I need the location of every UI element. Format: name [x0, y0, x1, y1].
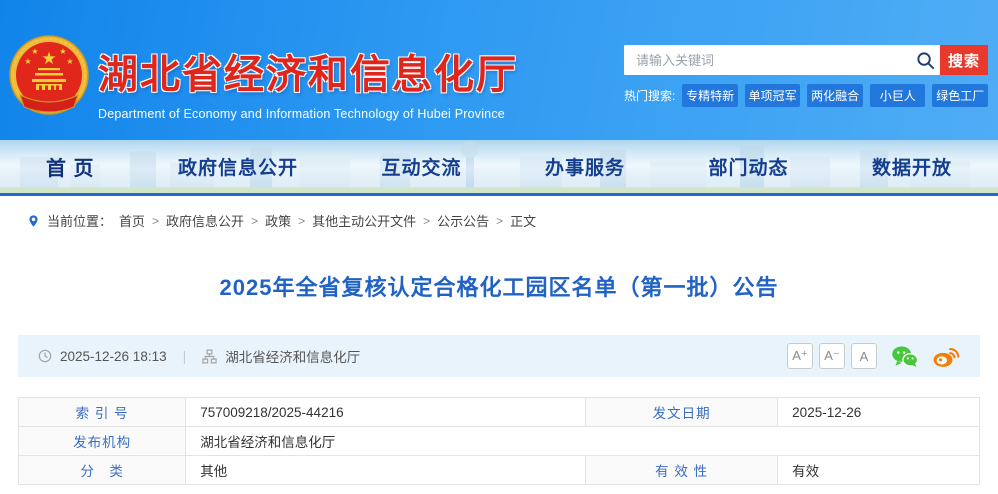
svg-text:★: ★: [66, 57, 73, 66]
nav-item-services[interactable]: 办事服务: [545, 153, 625, 180]
site-header: ★ ★ ★ ★ ★ 湖北省经济和信息化厅 Department of Econo…: [0, 0, 998, 140]
site-subtitle: Department of Economy and Information Te…: [98, 107, 505, 121]
article-meta-bar: 2025-12-26 18:13 | 湖北省经济和信息化厅 A⁺ A⁻ A: [18, 335, 980, 377]
svg-text:★: ★: [31, 47, 38, 56]
font-size-decrease-button[interactable]: A⁻: [819, 343, 845, 369]
nav-item-gov-info[interactable]: 政府信息公开: [178, 153, 298, 180]
crumb-separator: >: [251, 213, 259, 228]
nav-item-department-news[interactable]: 部门动态: [708, 153, 788, 180]
issuing-agency-value: 湖北省经济和信息化厅: [185, 426, 980, 456]
document-info-table: 索 引 号 757009218/2025-44216 发文日期 2025-12-…: [17, 397, 980, 485]
svg-text:★: ★: [41, 49, 56, 68]
svg-text:★: ★: [24, 57, 31, 66]
hot-search-label: 热门搜索:: [624, 89, 676, 103]
hot-tag-zhuanjingtexin[interactable]: 专精特新: [682, 84, 738, 107]
hot-tag-danxiangguanjun[interactable]: 单项冠军: [744, 84, 801, 107]
article-source: 湖北省经济和信息化厅: [225, 350, 361, 365]
crumb-current-page: 正文: [510, 214, 537, 229]
crumb-separator: >: [152, 213, 160, 228]
main-nav: 首 页 政府信息公开 互动交流 办事服务 部门动态 数据开放: [0, 140, 998, 196]
validity-label: 有 效 性: [584, 455, 779, 485]
crumb-gov-info[interactable]: 政府信息公开: [166, 211, 244, 230]
search-input[interactable]: [624, 52, 910, 68]
breadcrumb-label: 当前位置：: [47, 214, 113, 229]
site-title: 湖北省经济和信息化厅: [98, 53, 518, 97]
crumb-other-public-docs[interactable]: 其他主动公开文件: [312, 211, 416, 230]
hot-search-row: 热门搜索: 专精特新 单项冠军 两化融合 小巨人 绿色工厂: [624, 84, 988, 107]
wechat-share-icon[interactable]: [891, 345, 918, 368]
weibo-share-icon[interactable]: [932, 344, 960, 368]
hot-tag-lvsegongchang[interactable]: 绿色工厂: [932, 84, 988, 107]
search-icon: [910, 51, 940, 70]
table-row: 分 类 其他 有 效 性 有效: [17, 455, 980, 485]
search-area: 搜索 热门搜索: 专精特新 单项冠军 两化融合 小巨人 绿色工厂: [624, 45, 988, 107]
meta-divider: |: [182, 348, 187, 364]
issuing-agency-label: 发布机构: [17, 426, 187, 456]
hot-tag-xiaojuren[interactable]: 小巨人: [869, 84, 926, 107]
crumb-policy[interactable]: 政策: [265, 211, 291, 230]
issue-date-value: 2025-12-26: [777, 397, 980, 427]
search-box: [624, 45, 940, 75]
crumb-separator: >: [298, 213, 306, 228]
national-emblem-icon: ★ ★ ★ ★ ★: [9, 35, 89, 115]
article-title: 2025年全省复核认定合格化工园区名单（第一批）公告: [219, 275, 779, 300]
crumb-separator: >: [423, 213, 431, 228]
category-label: 分 类: [17, 455, 187, 485]
nav-item-open-data[interactable]: 数据开放: [872, 153, 952, 180]
category-value: 其他: [185, 455, 586, 485]
crumb-public-notice[interactable]: 公示公告: [437, 211, 489, 230]
source-org-icon: [202, 349, 217, 363]
table-row: 索 引 号 757009218/2025-44216 发文日期 2025-12-…: [17, 397, 980, 427]
crumb-separator: >: [496, 213, 504, 228]
location-pin-icon: [29, 214, 38, 227]
nav-item-interaction[interactable]: 互动交流: [382, 153, 462, 180]
issue-date-label: 发文日期: [584, 397, 779, 427]
font-size-reset-button[interactable]: A: [851, 343, 877, 369]
publish-time: 2025-12-26 18:13: [60, 348, 167, 364]
hot-tag-lianghuaronghe[interactable]: 两化融合: [807, 84, 863, 107]
search-button[interactable]: 搜索: [940, 45, 988, 75]
brand-home-link[interactable]: ★ ★ ★ ★ ★ 湖北省经济和信息化厅 Department of Econo…: [8, 34, 518, 121]
breadcrumb: 当前位置： 首页 > 政府信息公开 > 政策 > 其他主动公开文件 > 公示公告…: [0, 196, 998, 230]
clock-icon: [38, 349, 52, 363]
crumb-home[interactable]: 首页: [119, 211, 145, 230]
index-number-label: 索 引 号: [17, 397, 187, 427]
nav-item-home[interactable]: 首 页: [46, 152, 95, 181]
svg-text:★: ★: [59, 47, 66, 56]
index-number-value: 757009218/2025-44216: [185, 397, 586, 427]
font-size-increase-button[interactable]: A⁺: [787, 343, 813, 369]
table-row: 发布机构 湖北省经济和信息化厅: [17, 426, 980, 456]
validity-value: 有效: [777, 455, 980, 485]
